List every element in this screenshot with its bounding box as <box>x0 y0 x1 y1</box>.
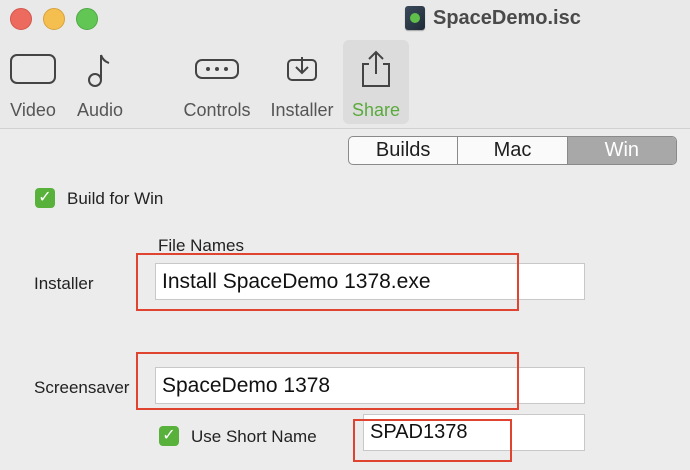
toolbar-share-label: Share <box>351 100 401 120</box>
short-name-field[interactable]: SPAD1378 <box>363 414 585 451</box>
screensaver-label: Screensaver <box>34 378 130 397</box>
checkmark-icon: ✓ <box>162 427 176 444</box>
checkmark-icon: ✓ <box>38 189 52 206</box>
minimize-window-button[interactable] <box>43 8 65 30</box>
toolbar-installer-label: Installer <box>270 100 334 120</box>
segment-mac[interactable]: Mac <box>458 137 568 164</box>
music-note-icon <box>85 44 115 94</box>
use-short-name-label: Use Short Name <box>191 427 317 446</box>
toolbar-controls[interactable]: Controls <box>178 44 256 124</box>
segment-win[interactable]: Win <box>567 137 676 164</box>
window-toolbar: SpaceDemo.isc Video Audio Controls Insta… <box>0 0 690 129</box>
platform-segmented-control: Builds Mac Win <box>348 136 677 165</box>
file-names-header: File Names <box>158 236 244 255</box>
toolbar-share[interactable]: Share <box>343 40 409 124</box>
zoom-window-button[interactable] <box>76 8 98 30</box>
screensaver-filename-field[interactable]: SpaceDemo 1378 <box>155 367 585 404</box>
controls-icon <box>194 44 240 94</box>
video-icon <box>9 44 57 94</box>
document-icon <box>405 6 425 30</box>
installer-label: Installer <box>34 274 94 293</box>
build-for-win-checkbox[interactable]: ✓ <box>35 188 55 208</box>
toolbar-audio[interactable]: Audio <box>72 44 128 124</box>
share-icon <box>359 44 393 94</box>
installer-icon <box>286 44 318 94</box>
use-short-name-checkbox[interactable]: ✓ <box>159 426 179 446</box>
toolbar-video-label: Video <box>10 100 56 120</box>
toolbar-video[interactable]: Video <box>4 44 62 124</box>
installer-filename-field[interactable]: Install SpaceDemo 1378.exe <box>155 263 585 300</box>
toolbar-installer[interactable]: Installer <box>265 44 339 124</box>
toolbar-audio-label: Audio <box>76 100 124 120</box>
close-window-button[interactable] <box>10 8 32 30</box>
segment-builds[interactable]: Builds <box>349 137 459 164</box>
build-for-win-label: Build for Win <box>67 189 164 208</box>
toolbar-controls-label: Controls <box>183 100 251 120</box>
window-title: SpaceDemo.isc <box>405 5 581 31</box>
window-title-text: SpaceDemo.isc <box>433 6 581 29</box>
